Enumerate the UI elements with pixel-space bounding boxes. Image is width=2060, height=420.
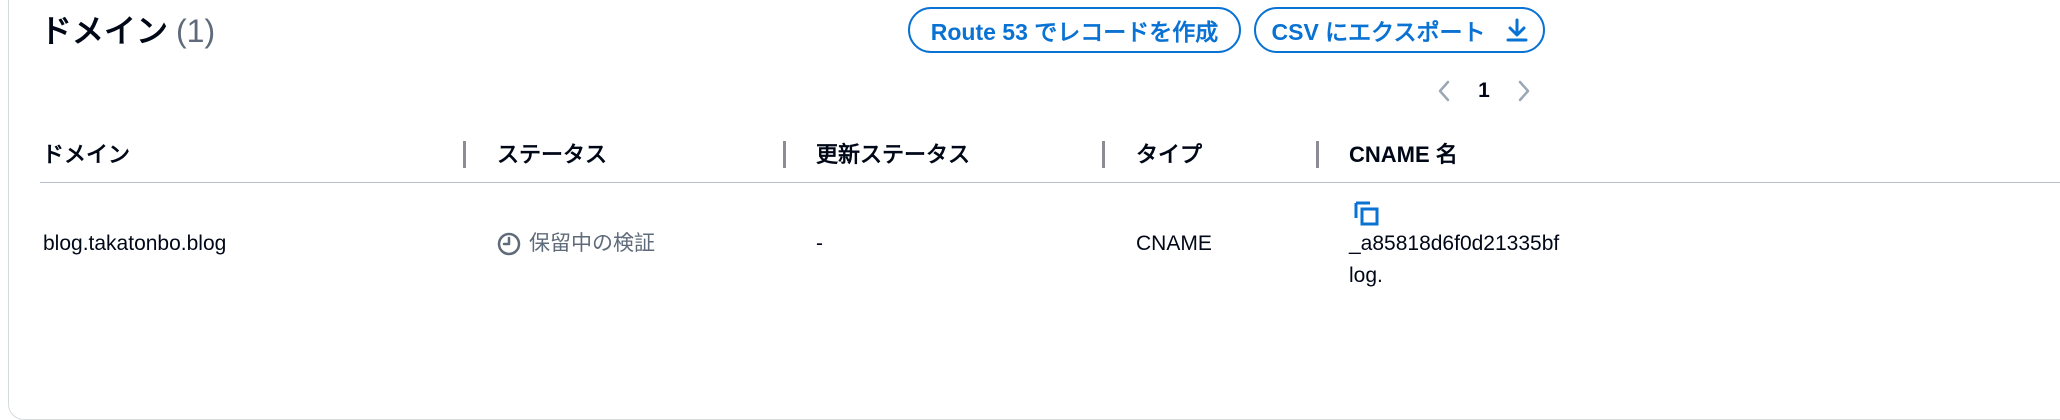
page-number[interactable]: 1 [1466,79,1502,103]
page-title: ドメイン (1) [40,10,215,52]
cname-name-cell-continued: log. [1349,264,1383,287]
cname-name-cell: _a85818d6f0d21335bf [1349,232,1560,255]
domain-count: (1) [176,13,216,49]
column-resizer[interactable] [783,141,786,168]
status-cell: 保留中の検証 [497,229,655,259]
domain-cell: blog.takatonbo.blog [43,232,227,255]
export-csv-label: CSV にエクスポート [1271,19,1486,45]
column-header-status[interactable]: ステータス [497,140,607,170]
status-text: 保留中の検証 [529,232,655,255]
type-cell: CNAME [1136,232,1212,255]
column-header-domain[interactable]: ドメイン [42,140,130,170]
download-icon [1506,18,1528,42]
chevron-left-icon[interactable] [1432,79,1456,103]
clock-icon [497,232,521,256]
domains-panel [8,0,2060,420]
renewal-status-cell: - [816,232,823,255]
header-divider [40,182,2060,183]
title-text: ドメイン [40,13,169,49]
column-header-type[interactable]: タイプ [1136,140,1202,170]
column-header-renewal-status[interactable]: 更新ステータス [816,140,970,170]
column-header-cname-name[interactable]: CNAME 名 [1349,140,1458,170]
column-resizer[interactable] [1102,141,1105,168]
create-route53-records-label: Route 53 でレコードを作成 [930,19,1219,45]
chevron-right-icon[interactable] [1512,79,1536,103]
pagination: 1 [1432,74,1536,108]
column-resizer[interactable] [1316,141,1319,168]
create-route53-records-button[interactable]: Route 53 でレコードを作成 [908,7,1241,53]
column-resizer[interactable] [463,141,466,168]
copy-icon[interactable] [1353,201,1381,232]
export-csv-button[interactable]: CSV にエクスポート [1254,7,1545,53]
